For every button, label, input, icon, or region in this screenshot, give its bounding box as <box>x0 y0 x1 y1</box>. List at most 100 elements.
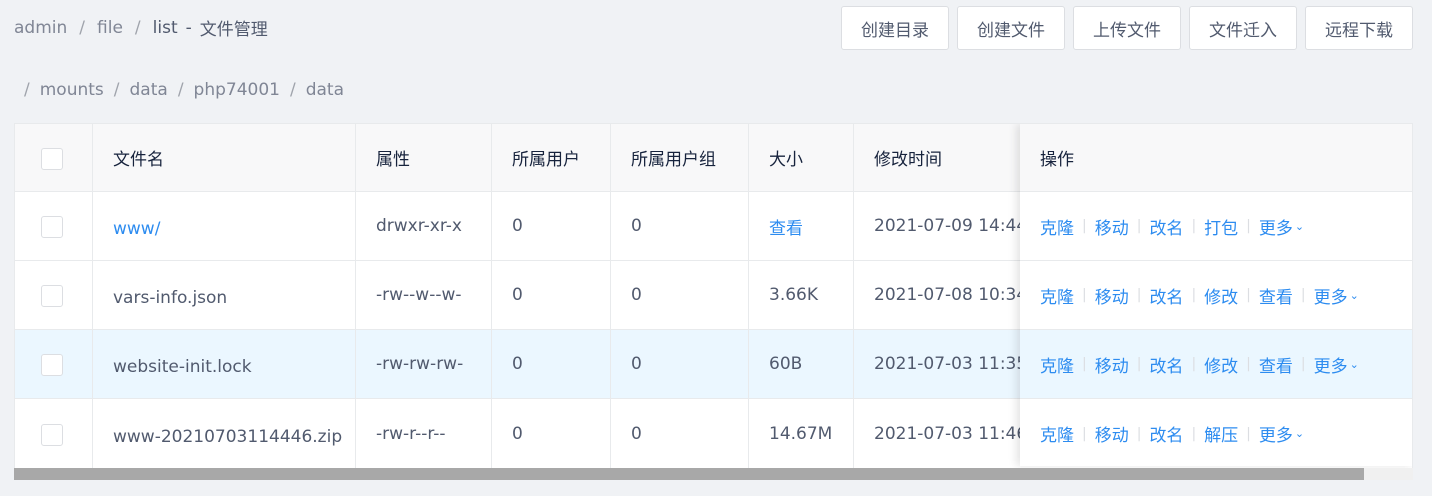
file-size-cell: 60B <box>749 330 854 398</box>
action-link[interactable]: 改名 <box>1149 421 1183 446</box>
remote-download-button[interactable]: 远程下载 <box>1305 6 1413 50</box>
file-group: 0 <box>611 399 749 468</box>
path-segment-php74001[interactable]: php74001 <box>194 80 280 100</box>
file-size-cell: 14.67M <box>749 399 854 468</box>
action-more-button[interactable]: 更多 <box>1259 214 1293 239</box>
action-link[interactable]: 克隆 <box>1040 352 1074 377</box>
action-link[interactable]: 查看 <box>1259 352 1293 377</box>
file-size-cell: 查看 <box>749 192 854 260</box>
directory-link[interactable]: www/ <box>113 219 160 239</box>
action-more-button[interactable]: 更多 <box>1259 421 1293 446</box>
file-attr: -rw-rw-rw- <box>356 330 492 398</box>
path-segment-mounts[interactable]: mounts <box>40 80 104 100</box>
chevron-down-icon[interactable]: ⌄ <box>1295 220 1304 233</box>
toolbar: 创建目录 创建文件 上传文件 文件迁入 远程下载 <box>841 6 1413 50</box>
action-separator: | <box>1191 425 1197 442</box>
file-mtime: 2021-07-09 14:44:1 <box>874 216 1034 236</box>
table-row[interactable]: www/drwxr-xr-x 0 0 查看 2021-07-09 14:44:1 克隆 | 移… <box>15 192 1412 261</box>
file-name-cell: vars-info.json <box>93 261 356 329</box>
action-link[interactable]: 移动 <box>1095 214 1129 239</box>
action-separator: | <box>1082 425 1087 442</box>
row-checkbox[interactable] <box>41 216 63 238</box>
action-link[interactable]: 移动 <box>1095 352 1129 377</box>
row-checkbox[interactable] <box>41 354 63 376</box>
file-name: www-20210703114446.zip <box>113 426 343 447</box>
table-header: 文件名 属性 所属用户 所属用户组 大小 修改时间 操作 <box>15 124 1412 192</box>
action-separator: | <box>1191 218 1197 234</box>
action-separator: | <box>1300 287 1306 303</box>
file-table: 文件名 属性 所属用户 所属用户组 大小 修改时间 操作 www/drwxr-x… <box>14 123 1413 480</box>
table-row[interactable]: www-20210703114446.zip -rw-r--r-- 0 0 14.67M… <box>15 399 1412 468</box>
file-user: 0 <box>492 192 611 260</box>
breadcrumb-item-admin[interactable]: admin <box>14 18 67 38</box>
action-link[interactable]: 修改 <box>1204 283 1238 308</box>
upload-file-button[interactable]: 上传文件 <box>1073 6 1181 50</box>
action-link[interactable]: 修改 <box>1204 352 1238 377</box>
select-all-checkbox[interactable] <box>41 147 63 170</box>
action-link[interactable]: 克隆 <box>1040 214 1074 239</box>
path-separator: / <box>24 80 30 100</box>
action-link[interactable]: 改名 <box>1149 283 1183 308</box>
header-checkbox-cell <box>15 124 93 191</box>
column-header-mtime: 修改时间 <box>874 150 942 170</box>
file-group: 0 <box>611 192 749 260</box>
create-directory-button[interactable]: 创建目录 <box>841 6 949 50</box>
scrollbar-thumb[interactable] <box>14 468 1364 480</box>
action-link[interactable]: 打包 <box>1204 214 1238 239</box>
row-checkbox-cell <box>15 192 93 260</box>
action-separator: | <box>1246 356 1251 372</box>
column-header-user: 所属用户 <box>492 124 611 191</box>
column-header-ops: 操作 <box>1020 124 1412 191</box>
column-header-name: 文件名 <box>93 124 356 191</box>
action-separator: | <box>1300 356 1306 372</box>
table-row[interactable]: vars-info.json -rw--w--w- 0 0 3.66K 2021-07-0… <box>15 261 1412 330</box>
chevron-down-icon[interactable]: ⌄ <box>1350 289 1359 302</box>
page-title-dash: - <box>185 17 192 38</box>
action-separator: | <box>1246 287 1251 303</box>
breadcrumb: admin / file / list - 文件管理 <box>14 15 268 41</box>
create-file-button[interactable]: 创建文件 <box>957 6 1065 50</box>
file-attr: -rw-r--r-- <box>356 399 492 468</box>
action-link[interactable]: 移动 <box>1095 283 1129 308</box>
chevron-down-icon[interactable]: ⌄ <box>1295 427 1304 440</box>
page-title: 文件管理 <box>199 20 268 40</box>
column-header-attr: 属性 <box>356 124 492 191</box>
breadcrumb-item-file[interactable]: file <box>97 18 123 38</box>
action-more-button[interactable]: 更多 <box>1314 352 1348 377</box>
row-checkbox[interactable] <box>41 285 63 307</box>
breadcrumb-item-list: list <box>152 17 178 38</box>
horizontal-scrollbar[interactable] <box>14 468 1413 480</box>
path-segment-data[interactable]: data <box>130 80 168 100</box>
row-checkbox-cell <box>15 399 93 468</box>
action-link[interactable]: 改名 <box>1149 214 1183 239</box>
chevron-down-icon[interactable]: ⌄ <box>1350 358 1359 371</box>
path-separator: / <box>177 80 184 100</box>
file-name: vars-info.json <box>113 288 228 308</box>
action-link[interactable]: 移动 <box>1095 421 1129 446</box>
table-row[interactable]: website-init.lock -rw-rw-rw- 0 0 60B 2021-07-… <box>15 330 1412 399</box>
import-file-button[interactable]: 文件迁入 <box>1189 6 1297 50</box>
row-actions: 克隆 | 移动 | 改名 | 解压 | 更多 ⌄ <box>1020 399 1412 468</box>
file-attr: -rw--w--w- <box>356 261 492 329</box>
action-more-button[interactable]: 更多 <box>1314 283 1348 308</box>
file-mtime: 2021-07-08 10:34:1 <box>874 285 1034 305</box>
action-separator: | <box>1191 287 1197 303</box>
path-breadcrumb: / mounts / data / php74001 / data <box>24 80 344 100</box>
action-link[interactable]: 查看 <box>1259 283 1293 308</box>
action-separator: | <box>1136 218 1142 234</box>
action-link[interactable]: 解压 <box>1204 421 1238 446</box>
file-name-cell: www/ <box>93 192 356 260</box>
view-size-link[interactable]: 查看 <box>769 214 803 239</box>
breadcrumb-separator: / <box>134 17 141 38</box>
action-separator: | <box>1082 218 1087 234</box>
action-link[interactable]: 克隆 <box>1040 283 1074 308</box>
action-link[interactable]: 改名 <box>1149 352 1183 377</box>
file-mtime: 2021-07-03 11:35:0 <box>874 354 1034 374</box>
file-size: 14.67M <box>769 423 833 444</box>
action-link[interactable]: 克隆 <box>1040 421 1074 446</box>
file-size-cell: 3.66K <box>749 261 854 329</box>
row-checkbox[interactable] <box>41 423 63 446</box>
path-segment-data-current[interactable]: data <box>306 80 344 100</box>
action-separator: | <box>1136 356 1142 372</box>
file-user: 0 <box>492 399 611 468</box>
